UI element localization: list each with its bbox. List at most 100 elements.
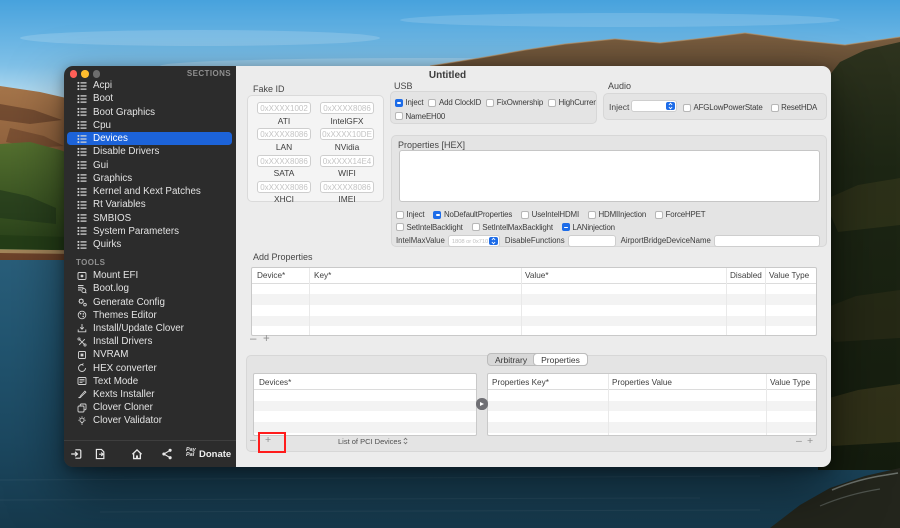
sidebar-item-disable-drivers[interactable]: Disable Drivers: [67, 145, 232, 158]
remove-property-button[interactable]: –: [250, 333, 256, 345]
checkbox-highcurrent[interactable]: HighCurrent: [548, 98, 597, 107]
paypal-icon[interactable]: PayPal: [186, 448, 196, 458]
remove-property-kv-button[interactable]: –: [796, 435, 802, 447]
sidebar-item-cpu[interactable]: Cpu: [67, 119, 232, 132]
checkbox-box[interactable]: [396, 223, 404, 231]
checkbox-hdmiinjection[interactable]: HDMIInjection: [588, 210, 646, 219]
checkbox-forcehpet[interactable]: ForceHPET: [655, 210, 705, 219]
checkbox-box[interactable]: [433, 211, 441, 219]
add-property-kv-button[interactable]: +: [807, 435, 813, 447]
properties-kv-table[interactable]: Properties Key*Properties ValueValue Typ…: [487, 373, 817, 436]
tab-arbitrary[interactable]: Arbitrary: [488, 354, 534, 365]
checkbox-box[interactable]: [395, 99, 403, 107]
checkbox-resethda[interactable]: ResetHDA: [771, 103, 818, 112]
sidebar-item-rt-variables[interactable]: Rt Variables: [67, 198, 232, 211]
tool-item-text-mode[interactable]: Text Mode: [67, 375, 232, 388]
checkbox-box[interactable]: [771, 104, 779, 112]
sidebar-item-gui[interactable]: Gui: [67, 159, 232, 172]
remove-device-button[interactable]: –: [250, 434, 256, 446]
list-icon: [77, 213, 87, 223]
sidebar-item-devices[interactable]: Devices: [67, 132, 232, 145]
checkbox-box[interactable]: [396, 211, 404, 219]
checkbox-box[interactable]: [655, 211, 663, 219]
tool-item-boot-log[interactable]: Boot.log: [67, 282, 232, 295]
fake-id-field-imei[interactable]: 0xXXXX8086: [320, 181, 374, 193]
import-icon[interactable]: [70, 447, 83, 460]
tool-item-kexts-installer[interactable]: Kexts Installer: [67, 388, 232, 401]
checkbox-afglowpowerstate[interactable]: AFGLowPowerState: [683, 103, 763, 112]
table-row[interactable]: [252, 294, 816, 305]
checkbox-setintelmaxbacklight[interactable]: SetIntelMaxBacklight: [472, 223, 553, 232]
checkbox-box[interactable]: [683, 104, 691, 112]
table-row[interactable]: [254, 433, 476, 436]
pci-devices-label: List of PCI Devices: [338, 437, 401, 446]
sidebar-item-system-parameters[interactable]: System Parameters: [67, 225, 232, 238]
sidebar-item-quirks[interactable]: Quirks: [67, 238, 232, 251]
checkbox-box[interactable]: [588, 211, 596, 219]
table-row[interactable]: [254, 411, 476, 422]
tool-item-hex-converter[interactable]: HEX converter: [67, 361, 232, 374]
checkbox-useintelhdmi[interactable]: UseIntelHDMI: [521, 210, 579, 219]
fake-id-field-wifi[interactable]: 0xXXXX14E4: [320, 155, 374, 167]
add-property-button[interactable]: +: [263, 333, 270, 345]
checkbox-inject[interactable]: Inject: [395, 98, 423, 107]
checkbox-label: UseIntelHDMI: [532, 210, 579, 219]
checkbox-nodefaultproperties[interactable]: NoDefaultProperties: [433, 210, 512, 219]
sidebar-item-kernel-and-kext-patches[interactable]: Kernel and Kext Patches: [67, 185, 232, 198]
share-icon[interactable]: [161, 447, 174, 460]
tool-item-install-update-clover[interactable]: Install/Update Clover: [67, 322, 232, 335]
table-row[interactable]: [252, 284, 816, 295]
table-row[interactable]: [254, 401, 476, 412]
checkbox-inject[interactable]: Inject: [396, 210, 424, 219]
audio-inject-select[interactable]: [631, 100, 677, 112]
checkbox-label: NoDefaultProperties: [444, 210, 512, 219]
properties-hex-textarea[interactable]: [399, 150, 820, 202]
checkbox-laninjection[interactable]: LANinjection: [562, 223, 615, 232]
table-row[interactable]: [254, 422, 476, 433]
tab-properties[interactable]: Properties: [533, 353, 588, 366]
checkbox-nameeh00[interactable]: NameEH00: [395, 112, 445, 121]
table-rows: [254, 390, 476, 436]
checkbox-box[interactable]: [428, 99, 436, 107]
tool-item-install-drivers[interactable]: Install Drivers: [67, 335, 232, 348]
sidebar-item-graphics[interactable]: Graphics: [67, 172, 232, 185]
fake-id-field-intelgfx[interactable]: 0xXXXX8086: [320, 102, 374, 114]
airport-bridge-field[interactable]: [714, 235, 820, 247]
checkbox-box[interactable]: [472, 223, 480, 231]
tool-item-clover-validator[interactable]: Clover Validator: [67, 414, 232, 427]
checkbox-fixownership[interactable]: FixOwnership: [486, 98, 543, 107]
fake-id-field-lan[interactable]: 0xXXXX8086: [257, 128, 311, 140]
intel-max-value-select[interactable]: 1808 or 0x710: [448, 235, 500, 247]
fake-id-field-sata[interactable]: 0xXXXX8086: [257, 155, 311, 167]
tool-item-nvram[interactable]: NVRAM: [67, 348, 232, 361]
tool-item-generate-config[interactable]: Generate Config: [67, 295, 232, 308]
checkbox-setintelbacklight[interactable]: SetIntelBacklight: [396, 223, 463, 232]
devices-table[interactable]: Devices*: [253, 373, 477, 436]
export-icon[interactable]: [94, 447, 107, 460]
sidebar-item-boot-graphics[interactable]: Boot Graphics: [67, 106, 232, 119]
home-icon[interactable]: [131, 447, 144, 460]
checkbox-box[interactable]: [395, 112, 403, 120]
fake-id-field-xhci[interactable]: 0xXXXX8086: [257, 181, 311, 193]
checkbox-box[interactable]: [562, 223, 570, 231]
table-row[interactable]: [252, 326, 816, 335]
tool-item-clover-cloner[interactable]: Clover Cloner: [67, 401, 232, 414]
tool-item-themes-editor[interactable]: Themes Editor: [67, 309, 232, 322]
checkbox-box[interactable]: [548, 99, 556, 107]
checkbox-box[interactable]: [486, 99, 494, 107]
fake-id-field-nvidia[interactable]: 0xXXXX10DE: [320, 128, 374, 140]
fake-id-field-ati[interactable]: 0xXXXX1002: [257, 102, 311, 114]
table-row[interactable]: [252, 316, 816, 327]
pci-devices-dropdown[interactable]: List of PCI Devices: [338, 437, 408, 446]
tool-item-mount-efi[interactable]: Mount EFI: [67, 269, 232, 282]
checkbox-box[interactable]: [521, 211, 529, 219]
sidebar-item-boot[interactable]: Boot: [67, 92, 232, 105]
disable-functions-field[interactable]: [568, 235, 616, 247]
checkbox-add-clockid[interactable]: Add ClockID: [428, 98, 481, 107]
sidebar-item-smbios[interactable]: SMBIOS: [67, 212, 232, 225]
donate-button[interactable]: Donate: [199, 449, 231, 460]
table-row[interactable]: [254, 390, 476, 401]
add-properties-table[interactable]: Device*Key*Value*DisabledValue Type: [251, 267, 817, 336]
table-row[interactable]: [252, 305, 816, 316]
transfer-arrow-button[interactable]: [476, 398, 488, 410]
